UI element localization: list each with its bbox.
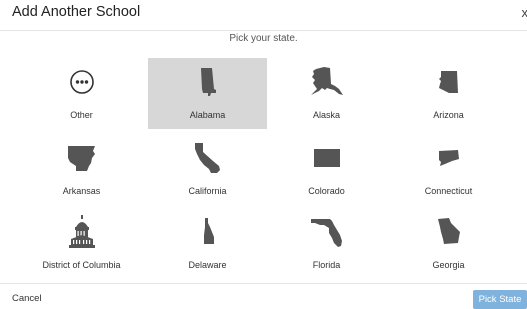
state-option-california[interactable]: California (148, 134, 267, 205)
arkansas-shape-icon (22, 140, 141, 176)
cancel-button[interactable]: Cancel (12, 293, 42, 304)
dialog-footer: Cancel Pick State (0, 283, 527, 308)
pick-state-button[interactable]: Pick State (473, 290, 527, 309)
state-option-alabama[interactable]: Alabama (148, 58, 267, 129)
state-option-colorado[interactable]: Colorado (267, 134, 386, 205)
connecticut-shape-icon (389, 140, 508, 176)
california-shape-icon (148, 140, 267, 176)
state-label: Georgia (389, 260, 508, 270)
colorado-shape-icon (267, 140, 386, 176)
dialog-header: Add Another School x (0, 0, 527, 31)
alabama-shape-icon (148, 64, 267, 100)
state-label: Alaska (267, 110, 386, 120)
close-icon[interactable]: x (522, 5, 527, 20)
state-label: California (148, 186, 267, 196)
more-icon (22, 64, 141, 100)
state-label: Arkansas (22, 186, 141, 196)
delaware-shape-icon (148, 214, 267, 250)
state-option-alaska[interactable]: Alaska (267, 58, 386, 129)
state-option-district-of-columbia[interactable]: District of Columbia (22, 208, 141, 279)
state-label: Arizona (389, 110, 508, 120)
state-option-florida[interactable]: Florida (267, 208, 386, 279)
state-option-other[interactable]: Other (22, 58, 141, 129)
state-label: Florida (267, 260, 386, 270)
state-option-arizona[interactable]: Arizona (389, 58, 508, 129)
state-label: Colorado (267, 186, 386, 196)
state-option-connecticut[interactable]: Connecticut (389, 134, 508, 205)
state-label: District of Columbia (22, 260, 141, 270)
arizona-shape-icon (389, 64, 508, 100)
state-grid: Other Alabama Alaska Arizona (22, 58, 510, 280)
florida-shape-icon (267, 214, 386, 250)
state-label: Other (22, 110, 141, 120)
state-label: Alabama (148, 110, 267, 120)
dialog-subtitle: Pick your state. (0, 33, 527, 44)
state-label: Delaware (148, 260, 267, 270)
dialog-title: Add Another School (12, 4, 140, 20)
state-option-delaware[interactable]: Delaware (148, 208, 267, 279)
state-option-georgia[interactable]: Georgia (389, 208, 508, 279)
capitol-building-icon (22, 214, 141, 250)
state-option-arkansas[interactable]: Arkansas (22, 134, 141, 205)
georgia-shape-icon (389, 214, 508, 250)
alaska-shape-icon (267, 64, 386, 100)
state-label: Connecticut (389, 186, 508, 196)
